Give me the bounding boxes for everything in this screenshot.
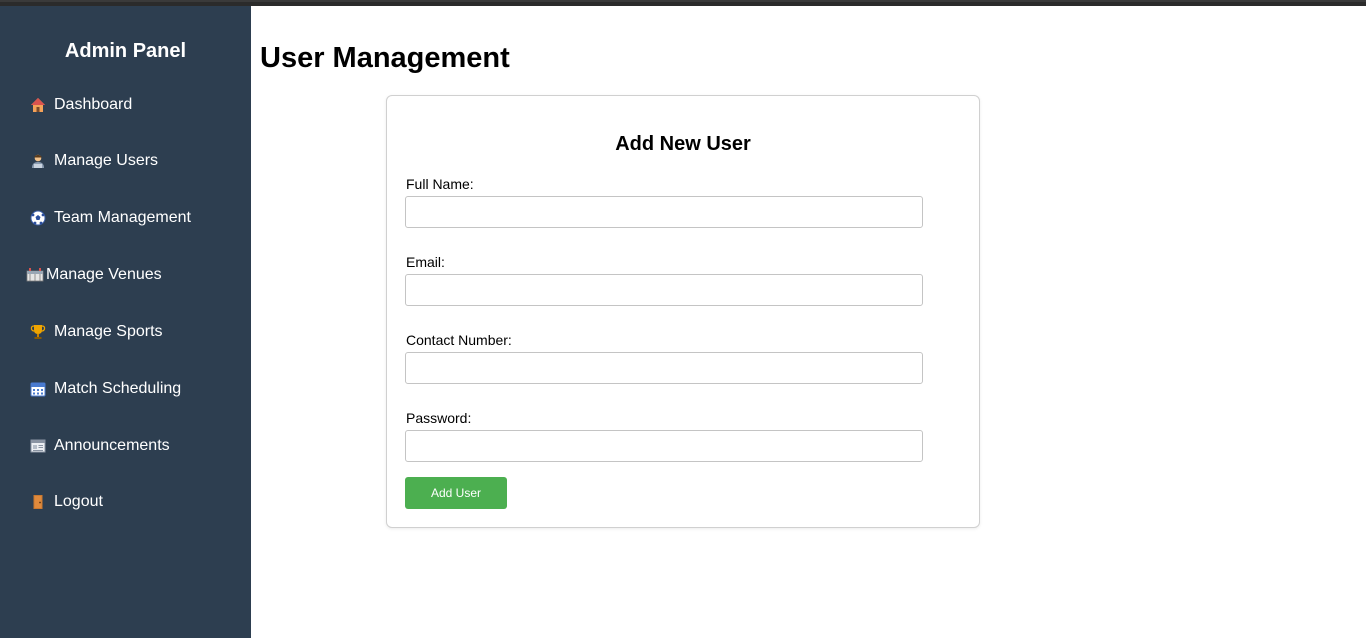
contact-number-label: Contact Number: [406, 332, 512, 348]
sidebar-item-label: Manage Users [54, 152, 159, 169]
sidebar-item-label: Logout [54, 493, 103, 510]
sidebar-item-team-management[interactable]: Team Management [0, 201, 251, 235]
email-label: Email: [406, 254, 445, 270]
sidebar-item-dashboard[interactable]: Dashboard [0, 88, 251, 122]
full-name-label: Full Name: [406, 176, 474, 192]
full-name-input[interactable] [405, 196, 923, 228]
password-label: Password: [406, 410, 472, 426]
sidebar-item-label: Dashboard [54, 96, 133, 113]
password-input[interactable] [405, 430, 923, 462]
form-title: Add New User [615, 133, 751, 155]
door-icon [30, 494, 46, 510]
calendar-icon [30, 381, 46, 397]
sidebar-item-manage-sports[interactable]: Manage Sports [0, 315, 251, 349]
sidebar-title: Admin Panel [64, 40, 187, 62]
sidebar: Admin Panel Dashboard Manage Users Team … [0, 6, 251, 638]
sidebar-item-label: Manage Sports [54, 323, 163, 340]
sidebar-item-label: Match Scheduling [54, 380, 182, 397]
email-input[interactable] [405, 274, 923, 306]
add-user-form-card: Add New User Full Name: Email: Contact N… [386, 95, 980, 528]
newspaper-icon [30, 438, 46, 454]
user-icon [30, 153, 46, 169]
sidebar-item-logout[interactable]: Logout [0, 485, 251, 519]
trophy-icon [30, 324, 46, 340]
contact-number-input[interactable] [405, 352, 923, 384]
house-icon [30, 97, 46, 113]
sidebar-item-label: Announcements [54, 437, 170, 454]
add-user-button[interactable]: Add User [405, 477, 507, 509]
page-title: User Management [260, 42, 510, 74]
sidebar-item-manage-users[interactable]: Manage Users [0, 144, 251, 178]
sidebar-item-manage-venues[interactable]: Manage Venues [0, 258, 251, 292]
sidebar-item-label: Team Management [54, 209, 191, 226]
stadium-icon [26, 267, 44, 283]
sidebar-item-announcements[interactable]: Announcements [0, 429, 251, 463]
sidebar-item-match-scheduling[interactable]: Match Scheduling [0, 372, 251, 406]
sidebar-item-label: Manage Venues [46, 266, 162, 283]
top-edge-highlight [0, 0, 1366, 2]
soccer-ball-icon [30, 210, 46, 226]
